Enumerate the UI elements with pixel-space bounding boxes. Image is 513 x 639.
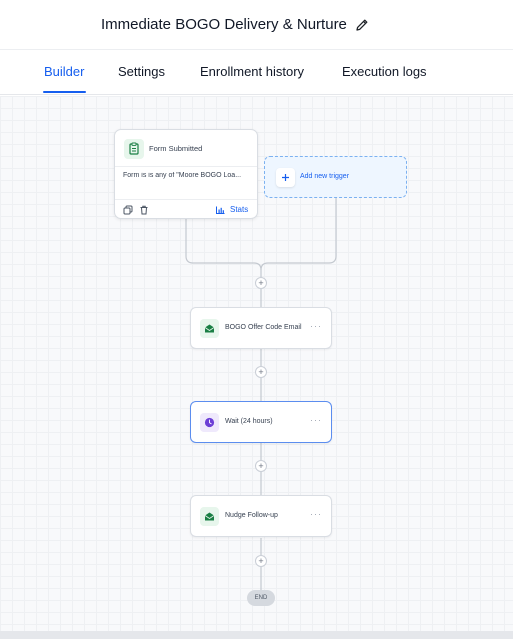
step-wait-24-hours[interactable]: Wait (24 hours) ··· [190,401,332,443]
envelope-open-icon [200,319,219,338]
pencil-icon[interactable] [354,17,370,33]
active-tab-indicator [43,91,86,93]
tab-builder[interactable]: Builder [44,64,84,79]
workflow-title: Immediate BOGO Delivery & Nurture [101,16,347,33]
clock-icon [200,413,219,432]
copy-icon[interactable] [123,205,133,215]
end-node: END [247,590,275,606]
trigger-title: Form Submitted [149,144,203,153]
tab-bar: Builder Settings Enrollment history Exec… [0,51,513,95]
horizontal-scrollbar[interactable] [0,631,513,639]
add-step-button-4[interactable]: + [255,555,267,567]
add-new-trigger-button[interactable]: Add new trigger [264,156,407,198]
step-label: BOGO Offer Code Email [225,324,302,331]
more-options-icon[interactable]: ··· [310,509,322,519]
bar-chart-icon[interactable] [216,206,225,214]
clipboard-icon [124,139,144,159]
trigger-condition: Form is is any of "Moore BOGO Loa... [123,172,242,179]
add-step-button-2[interactable]: + [255,366,267,378]
more-options-icon[interactable]: ··· [310,321,322,331]
trash-icon[interactable] [139,205,149,215]
tab-settings[interactable]: Settings [118,64,165,79]
tab-enrollment-history[interactable]: Enrollment history [200,64,304,79]
step-nudge-follow-up[interactable]: Nudge Follow-up ··· [190,495,332,537]
tab-execution-logs[interactable]: Execution logs [342,64,427,79]
envelope-open-icon [200,507,219,526]
plus-icon [276,168,295,187]
add-step-button-3[interactable]: + [255,460,267,472]
stats-button[interactable]: Stats [230,205,248,214]
trigger-card-footer: Stats [115,199,257,219]
step-label: Wait (24 hours) [225,418,273,425]
workflow-header: Immediate BOGO Delivery & Nurture [0,0,513,50]
step-label: Nudge Follow-up [225,512,278,519]
more-options-icon[interactable]: ··· [310,415,322,425]
trigger-card-header: Form Submitted [115,130,257,167]
add-step-button-1[interactable]: + [255,277,267,289]
trigger-card-form-submitted[interactable]: Form Submitted Form is is any of "Moore … [114,129,258,219]
add-trigger-label: Add new trigger [300,173,350,180]
step-bogo-offer-code-email[interactable]: BOGO Offer Code Email ··· [190,307,332,349]
